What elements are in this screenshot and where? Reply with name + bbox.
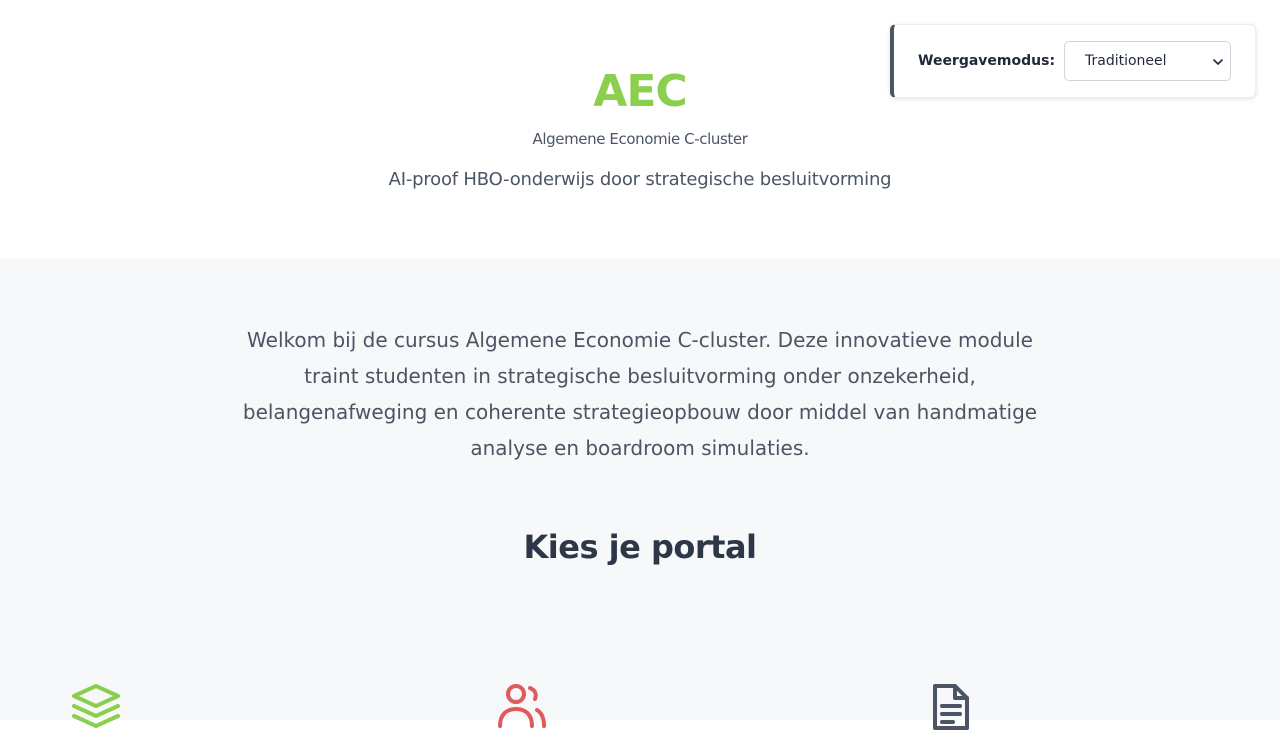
document-icon[interactable] bbox=[925, 682, 975, 732]
tagline: AI-proof HBO-onderwijs door strategische… bbox=[388, 169, 892, 190]
users-icon[interactable] bbox=[497, 682, 547, 732]
page-header: AEC Algemene Economie C-cluster AI-proof… bbox=[0, 0, 1280, 258]
display-mode-panel: Weergavemodus: Traditioneel bbox=[890, 24, 1256, 98]
main-section: Welkom bij de cursus Algemene Economie C… bbox=[0, 258, 1280, 730]
display-mode-label: Weergavemodus: bbox=[918, 53, 1056, 69]
layers-icon[interactable] bbox=[71, 682, 121, 732]
intro-text: Welkom bij de cursus Algemene Economie C… bbox=[242, 328, 1038, 460]
chevron-down-icon bbox=[1213, 59, 1223, 65]
course-subtitle: Algemene Economie C-cluster bbox=[532, 130, 748, 148]
display-mode-value: Traditioneel bbox=[1085, 53, 1167, 69]
section-title: Kies je portal bbox=[523, 528, 758, 566]
display-mode-select[interactable]: Traditioneel bbox=[1064, 41, 1231, 81]
